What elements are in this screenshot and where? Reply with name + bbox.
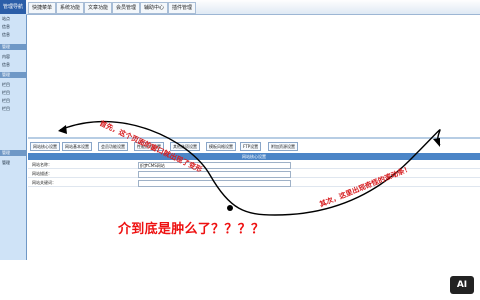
sidebar-item[interactable]: 栏目 [2, 90, 24, 96]
arrow-left-head [58, 125, 67, 134]
form-row: 网站关键词： [28, 179, 480, 187]
sidebar-item[interactable]: 信息 [2, 24, 24, 30]
form-row: 网站名称： 织梦CMS网站 [28, 161, 480, 169]
top-tab-bar: 快捷菜单 系统功能 文章功能 会员管理 辅助中心 插件管理 [26, 0, 480, 15]
site-keywords-input[interactable] [138, 180, 291, 187]
form-label: 网站描述： [32, 171, 52, 176]
tab-plugins[interactable]: 插件管理 [168, 2, 197, 14]
sidebar-group-bar[interactable]: 管理 [0, 150, 26, 156]
sidebar-item[interactable]: 站点 [2, 16, 24, 22]
menu-core-settings[interactable]: 网站核心设置 [30, 142, 60, 151]
sidebar-item[interactable]: 管理 [2, 160, 24, 166]
section-title: 网站核心设置 [28, 153, 480, 160]
tab-assist[interactable]: 辅助中心 [140, 2, 169, 14]
menu-template-settings[interactable]: 模板风格设置 [206, 142, 236, 151]
tab-articles[interactable]: 文章功能 [84, 2, 113, 14]
menu-member-settings[interactable]: 会员功能设置 [98, 142, 128, 151]
sidebar-item[interactable]: 栏目 [2, 106, 24, 112]
sidebar-item[interactable]: 信息 [2, 32, 24, 38]
anchor-dot [227, 205, 233, 211]
sidebar-group-bar[interactable]: 管理 [0, 44, 26, 50]
menu-resource-settings[interactable]: 附加资源设置 [268, 142, 298, 151]
form-label: 网站名称： [32, 162, 52, 167]
menu-basic-settings[interactable]: 网站基本设置 [62, 142, 92, 151]
form-label: 网站关键词： [32, 180, 56, 185]
sidebar-title: 管理导航 [0, 0, 26, 14]
admin-sidebar: 管理导航 站点 信息 信息 管理 内容 信息 管理 栏目 栏目 栏目 栏目 管理… [0, 0, 27, 260]
menu-other-settings[interactable]: 其他选项设置 [170, 142, 200, 151]
sidebar-item[interactable]: 栏目 [2, 82, 24, 88]
tab-shortcuts[interactable]: 快捷菜单 [28, 2, 57, 14]
site-name-input[interactable]: 织梦CMS网站 [138, 162, 291, 169]
sidebar-item[interactable]: 栏目 [2, 98, 24, 104]
menu-ftp-settings[interactable]: FTP设置 [240, 142, 262, 151]
ai-logo: AI [450, 276, 474, 294]
settings-menu-row: 网站核心设置 网站基本设置 会员功能设置 性能选项设置 其他选项设置 模板风格设… [28, 137, 480, 153]
tab-members[interactable]: 会员管理 [112, 2, 141, 14]
sidebar-item[interactable]: 内容 [2, 54, 24, 60]
tab-system[interactable]: 系统功能 [56, 2, 85, 14]
annotation-caption: 介到底是肿么了？？？？ [118, 222, 265, 237]
site-desc-input[interactable] [138, 171, 291, 178]
sidebar-group-bar[interactable]: 管理 [0, 72, 26, 78]
sidebar-item[interactable]: 信息 [2, 62, 24, 68]
